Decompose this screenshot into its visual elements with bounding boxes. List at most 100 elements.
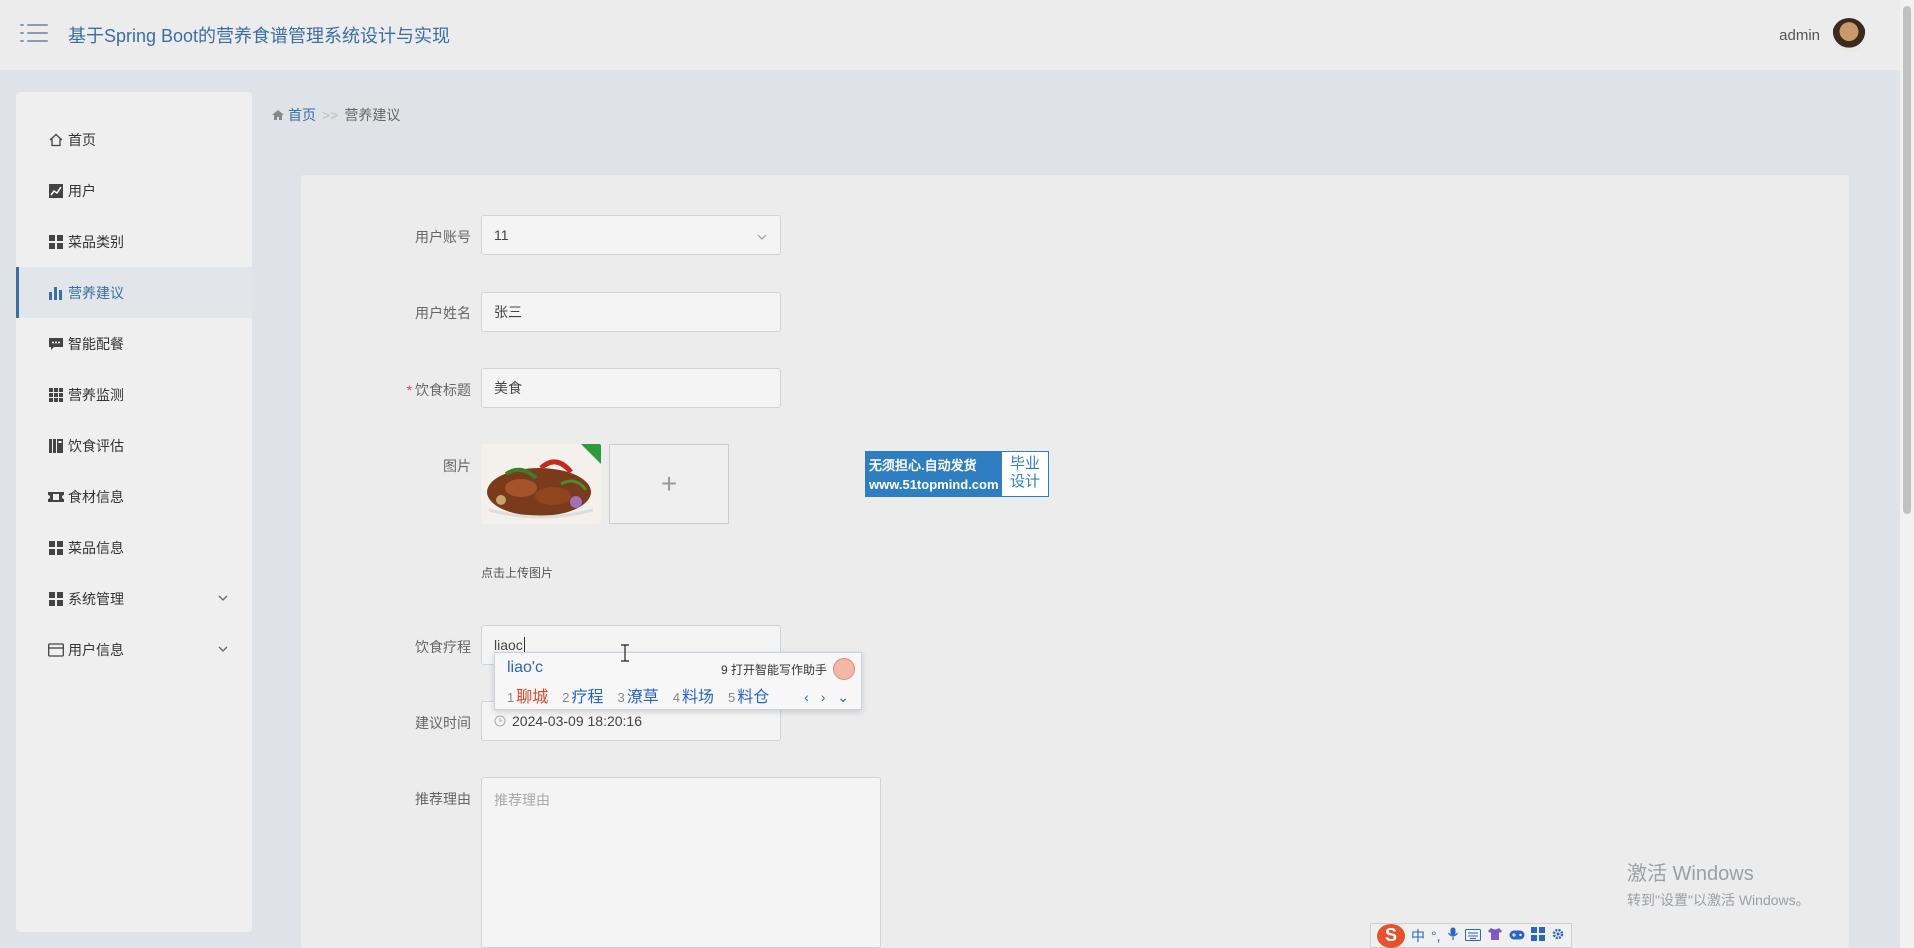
ticket-icon bbox=[48, 489, 64, 505]
diet-title-field[interactable]: 美食 bbox=[481, 368, 781, 408]
diet-title-label: * 饮食标题 bbox=[351, 380, 471, 400]
line-chart-icon bbox=[48, 183, 64, 199]
breadcrumb: 首页 >> 营养建议 bbox=[272, 105, 400, 125]
sidebar-item-nutrition-advice[interactable]: 营养建议 bbox=[16, 267, 252, 318]
upload-add-button[interactable]: + bbox=[609, 444, 729, 524]
avatar[interactable] bbox=[1832, 18, 1866, 52]
breadcrumb-home-label: 首页 bbox=[288, 107, 316, 123]
sidebar-item-label: 食材信息 bbox=[68, 488, 124, 505]
ime-page-nav[interactable]: ‹ › ⌄ bbox=[804, 689, 853, 706]
sidebar-item-smart-meal[interactable]: 智能配餐 bbox=[16, 318, 252, 369]
sidebar-item-nutrition-monitor[interactable]: 营养监测 bbox=[16, 369, 252, 420]
sidebar-item-label: 菜品信息 bbox=[68, 539, 124, 556]
ime-candidate[interactable]: 5 料仓 bbox=[728, 683, 769, 707]
home-icon bbox=[48, 132, 64, 148]
promo-line-2: www.51topmind.com bbox=[869, 477, 999, 492]
breadcrumb-home[interactable]: 首页 bbox=[272, 105, 316, 125]
account-select[interactable]: 11 bbox=[481, 215, 781, 255]
sidebar-item-user-info[interactable]: 用户信息 bbox=[16, 624, 252, 675]
time-value: 2024-03-09 18:20:16 bbox=[512, 713, 642, 729]
settings-gear-icon[interactable] bbox=[1551, 927, 1565, 944]
sidebar-item-dish-info[interactable]: 菜品信息 bbox=[16, 522, 252, 573]
windows-activation-subtitle: 转到"设置"以激活 Windows。 bbox=[1627, 892, 1810, 908]
sidebar-item-diet-evaluation[interactable]: 饮食评估 bbox=[16, 420, 252, 471]
plus-icon: + bbox=[660, 468, 678, 499]
ime-toolbar: S 中 °, bbox=[1370, 923, 1572, 948]
app-title: 基于Spring Boot的营养食谱管理系统设计与实现 bbox=[68, 26, 451, 46]
ime-composition: liao'c bbox=[507, 659, 543, 676]
sidebar-item-label: 系统管理 bbox=[68, 590, 124, 607]
upload-hint: 点击上传图片 bbox=[481, 566, 554, 580]
grid-icon bbox=[48, 591, 64, 607]
diet-title-value: 美食 bbox=[494, 380, 522, 396]
clock-icon bbox=[494, 715, 506, 727]
home-icon bbox=[272, 110, 284, 120]
page-scrollbar[interactable] bbox=[1900, 0, 1914, 948]
grid-9-icon bbox=[48, 387, 64, 403]
reason-label: 推荐理由 bbox=[415, 791, 471, 807]
ime-candidate[interactable]: 3 潦草 bbox=[618, 683, 659, 707]
windows-activation-watermark: 激活 Windows 转到"设置"以激活 Windows。 bbox=[1627, 857, 1810, 910]
mouse-ibeam-cursor bbox=[620, 644, 630, 667]
bar-chart-icon bbox=[48, 285, 64, 301]
therapy-value: liaoc bbox=[494, 637, 523, 653]
sidebar-item-label: 营养监测 bbox=[68, 386, 124, 403]
uploaded-image-thumbnail[interactable] bbox=[481, 444, 601, 524]
book-icon bbox=[48, 438, 64, 454]
name-label: 用户姓名 bbox=[415, 305, 471, 321]
ime-candidate-popup: liao'c 9 打开智能写作助手 1 聊城 2 疗程 3 潦草 4 料场 5 料仓 ‹ … bbox=[494, 652, 862, 710]
promo-badge[interactable]: 无须担心.自动发货 www.51topmind.com 毕业设计 bbox=[865, 451, 1049, 497]
sidebar-item-label: 用户 bbox=[68, 182, 96, 199]
scrollbar-thumb[interactable] bbox=[1903, 6, 1911, 514]
chevron-down-icon[interactable] bbox=[216, 591, 230, 605]
promo-line-1: 无须担心.自动发货 bbox=[869, 458, 977, 473]
microphone-icon[interactable] bbox=[1447, 927, 1459, 944]
ime-candidate[interactable]: 1 聊城 bbox=[507, 683, 548, 707]
grid-icon bbox=[48, 540, 64, 556]
windows-activation-title: 激活 Windows bbox=[1627, 863, 1754, 885]
keyboard-icon[interactable] bbox=[1464, 928, 1481, 944]
punctuation-icon[interactable]: °, bbox=[1431, 928, 1441, 944]
sidebar-item-label: 智能配餐 bbox=[68, 335, 124, 352]
promo-badge-right: 毕业设计 bbox=[1009, 455, 1040, 490]
ime-assistant-icon[interactable] bbox=[833, 658, 855, 680]
diet-title-label-text: 饮食标题 bbox=[415, 382, 471, 398]
sidebar-item-ingredient-info[interactable]: 食材信息 bbox=[16, 471, 252, 522]
image-label: 图片 bbox=[443, 458, 471, 474]
chevron-down-icon[interactable] bbox=[216, 642, 230, 656]
ime-candidate-list: 1 聊城 2 疗程 3 潦草 4 料场 5 料仓 bbox=[507, 683, 769, 707]
sidebar-item-label: 菜品类别 bbox=[68, 233, 124, 250]
sidebar-item-label: 用户信息 bbox=[68, 641, 124, 658]
skin-shirt-icon[interactable] bbox=[1487, 927, 1503, 944]
breadcrumb-current: 营养建议 bbox=[344, 107, 401, 123]
top-header: 基于Spring Boot的营养食谱管理系统设计与实现 admin bbox=[0, 0, 1914, 70]
account-value: 11 bbox=[494, 227, 509, 243]
ime-candidate[interactable]: 4 料场 bbox=[673, 683, 714, 707]
chevron-down-icon bbox=[756, 230, 768, 242]
promo-badge-left: 无须担心.自动发货 www.51topmind.com bbox=[866, 452, 1002, 496]
gamepad-icon[interactable] bbox=[1509, 928, 1525, 944]
sogou-logo-icon[interactable]: S bbox=[1377, 923, 1405, 948]
text-cursor bbox=[523, 637, 525, 653]
sidebar-item-system-management[interactable]: 系统管理 bbox=[16, 573, 252, 624]
sidebar-item-users[interactable]: 用户 bbox=[16, 165, 252, 216]
therapy-label: 饮食疗程 bbox=[415, 639, 471, 655]
ime-mode-toggle[interactable]: 中 bbox=[1411, 926, 1425, 946]
sidebar-item-dish-category[interactable]: 菜品类别 bbox=[16, 216, 252, 267]
username[interactable]: admin bbox=[1779, 27, 1820, 44]
toolbox-grid-icon[interactable] bbox=[1530, 927, 1545, 944]
name-value: 张三 bbox=[494, 304, 522, 320]
ime-candidate[interactable]: 2 疗程 bbox=[562, 683, 603, 707]
time-label: 建议时间 bbox=[415, 715, 471, 731]
reason-textarea[interactable]: 推荐理由 bbox=[481, 777, 881, 948]
required-mark: * bbox=[406, 382, 412, 398]
ime-assist-link[interactable]: 9 打开智能写作助手 bbox=[721, 661, 827, 678]
card-icon bbox=[48, 642, 64, 658]
user-menu[interactable]: admin bbox=[1779, 18, 1866, 52]
breadcrumb-separator: >> bbox=[322, 107, 339, 123]
reason-placeholder: 推荐理由 bbox=[494, 792, 550, 808]
sidebar-item-home[interactable]: 首页 bbox=[16, 114, 252, 165]
menu-toggle-icon[interactable] bbox=[20, 22, 48, 46]
name-field[interactable]: 张三 bbox=[481, 292, 781, 332]
sidebar-item-label: 首页 bbox=[68, 131, 96, 148]
